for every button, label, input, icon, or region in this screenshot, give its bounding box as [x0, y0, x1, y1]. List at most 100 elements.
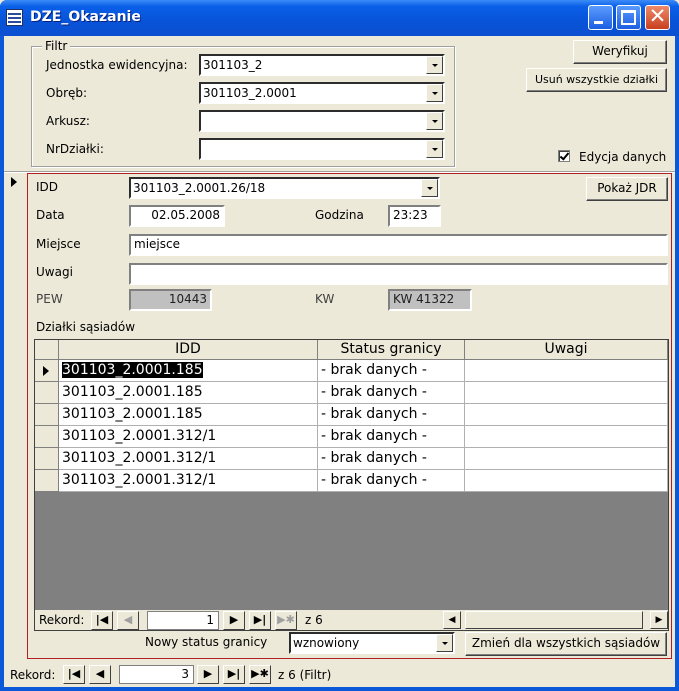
- table-row-idd[interactable]: 301103_2.0001.312/1: [59, 448, 318, 470]
- scroll-right-icon[interactable]: ▶: [650, 611, 668, 629]
- zmien-dla-wszystkich-button[interactable]: Zmień dla wszystkich sąsiadów: [465, 632, 667, 656]
- close-button[interactable]: ✕: [645, 4, 670, 30]
- grid-record-nav: Rekord: |◀ ◀ 1 ▶ ▶| ▶✱ z 6 ◀ ▶: [35, 610, 668, 630]
- minimize-button[interactable]: [588, 5, 613, 30]
- main-record-label: Rekord:: [10, 668, 56, 682]
- next-record-button[interactable]: ▶: [197, 665, 219, 684]
- data-field[interactable]: 02.05.2008: [129, 205, 225, 227]
- jednostka-combo[interactable]: 301103_2: [199, 54, 445, 76]
- table-row-uwagi[interactable]: [465, 382, 668, 404]
- next-record-button[interactable]: ▶: [223, 611, 245, 630]
- table-row-uwagi[interactable]: [465, 470, 668, 492]
- table-grid-icon: [6, 9, 23, 26]
- table-row-status[interactable]: - brak danych -: [318, 448, 465, 470]
- table-row-uwagi[interactable]: [465, 426, 668, 448]
- first-record-button[interactable]: |◀: [63, 665, 85, 684]
- chevron-down-icon[interactable]: [426, 56, 443, 74]
- table-row-idd[interactable]: 301103_2.0001.185: [59, 382, 318, 404]
- title-bar[interactable]: DZE_Okazanie ✕: [0, 0, 679, 36]
- row-selector[interactable]: [35, 448, 59, 470]
- minimize-icon: [594, 21, 603, 24]
- usun-wszystkie-button[interactable]: Usuń wszystkie działki: [526, 68, 667, 92]
- table-row-status[interactable]: - brak danych -: [318, 382, 465, 404]
- table-row-idd[interactable]: 301103_2.0001.185: [59, 404, 318, 426]
- idd-label: IDD: [36, 180, 59, 194]
- miejsce-label: Miejsce: [36, 237, 81, 251]
- chevron-down-icon[interactable]: [426, 140, 443, 158]
- neighbors-grid: IDD Status granicy Uwagi 301103_2.0001.1…: [34, 339, 669, 631]
- obreb-combo[interactable]: 301103_2.0001: [199, 82, 445, 104]
- scroll-left-icon[interactable]: ◀: [443, 611, 461, 629]
- chevron-down-icon[interactable]: [426, 84, 443, 102]
- close-icon: ✕: [648, 4, 667, 28]
- pew-label: PEW: [36, 292, 63, 306]
- row-selector[interactable]: [35, 360, 59, 382]
- table-row-idd[interactable]: 301103_2.0001.185: [59, 360, 318, 382]
- table-row-idd[interactable]: 301103_2.0001.312/1: [59, 470, 318, 492]
- row-selector[interactable]: [35, 470, 59, 492]
- arkusz-combo[interactable]: [199, 110, 445, 132]
- data-label: Data: [36, 208, 65, 222]
- chevron-down-icon[interactable]: [436, 634, 453, 652]
- obreb-label: Obręb:: [46, 86, 88, 100]
- main-record-count: z 6 (Filtr): [278, 668, 332, 682]
- idd-combo[interactable]: 301103_2.0001.26/18: [129, 177, 440, 199]
- pew-field: 10443: [129, 289, 212, 311]
- kw-field: KW 41322: [388, 289, 472, 311]
- horizontal-scrollbar[interactable]: ◀ ▶: [443, 611, 668, 629]
- godzina-field[interactable]: 23:23: [388, 205, 441, 227]
- col-header-status[interactable]: Status granicy: [318, 340, 465, 360]
- current-record-icon: [11, 177, 17, 187]
- main-record-number[interactable]: 3: [119, 665, 194, 684]
- filter-legend: Filtr: [42, 39, 71, 53]
- chevron-down-icon[interactable]: [426, 112, 443, 130]
- prev-record-button[interactable]: ◀: [89, 665, 111, 684]
- edycja-label: Edycja danych: [579, 150, 667, 164]
- scroll-thumb[interactable]: [465, 611, 643, 629]
- table-row-status[interactable]: - brak danych -: [318, 404, 465, 426]
- table-row-status[interactable]: - brak danych -: [318, 360, 465, 382]
- uwagi-field[interactable]: [129, 263, 668, 285]
- table-row-uwagi[interactable]: [465, 448, 668, 470]
- maximize-icon: [621, 10, 636, 25]
- nrdzialki-combo[interactable]: [199, 138, 445, 160]
- col-header-uwagi[interactable]: Uwagi: [465, 340, 668, 360]
- prev-record-button[interactable]: ◀: [117, 611, 139, 630]
- chevron-down-icon[interactable]: [421, 179, 438, 197]
- selected-cell-text: 301103_2.0001.185: [62, 362, 203, 378]
- pokaz-jdr-button[interactable]: Pokaż JDR: [586, 177, 668, 201]
- jednostka-label: Jednostka ewidencyjna:: [46, 58, 188, 72]
- godzina-label: Godzina: [315, 208, 364, 222]
- miejsce-field[interactable]: miejsce: [129, 234, 668, 256]
- col-header-idd[interactable]: IDD: [59, 340, 318, 360]
- grid-record-number[interactable]: 1: [147, 611, 219, 630]
- row-selector[interactable]: [35, 382, 59, 404]
- grid-record-label: Rekord:: [39, 613, 85, 627]
- window-title: DZE_Okazanie: [30, 9, 141, 25]
- table-row-idd[interactable]: 301103_2.0001.312/1: [59, 426, 318, 448]
- nrdzialki-label: NrDziałki:: [46, 142, 104, 156]
- new-record-button[interactable]: ▶✱: [249, 665, 271, 684]
- table-row-status[interactable]: - brak danych -: [318, 426, 465, 448]
- jednostka-value: 301103_2: [203, 58, 263, 72]
- main-record-nav: Rekord: |◀ ◀ 3 ▶ ▶| ▶✱ z 6 (Filtr): [4, 664, 675, 684]
- table-row-status[interactable]: - brak danych -: [318, 470, 465, 492]
- row-selector[interactable]: [35, 426, 59, 448]
- table-row-uwagi[interactable]: [465, 404, 668, 426]
- nowy-status-combo[interactable]: wznowiony: [289, 632, 455, 654]
- maximize-button[interactable]: [616, 5, 641, 30]
- last-record-button[interactable]: ▶|: [223, 665, 245, 684]
- form-body: Filtr Jednostka ewidencyjna: 301103_2 Ob…: [4, 36, 675, 687]
- edycja-checkbox[interactable]: [558, 150, 570, 162]
- uwagi-label: Uwagi: [36, 265, 73, 279]
- new-record-button[interactable]: ▶✱: [275, 611, 297, 630]
- current-row-icon: [43, 366, 49, 376]
- grid-corner[interactable]: [35, 340, 59, 360]
- table-row-uwagi[interactable]: [465, 360, 668, 382]
- record-selector[interactable]: [4, 173, 27, 658]
- row-selector[interactable]: [35, 404, 59, 426]
- last-record-button[interactable]: ▶|: [249, 611, 271, 630]
- weryfikuj-button[interactable]: Weryfikuj: [573, 40, 667, 64]
- first-record-button[interactable]: |◀: [91, 611, 113, 630]
- grid-record-count: z 6: [305, 613, 323, 627]
